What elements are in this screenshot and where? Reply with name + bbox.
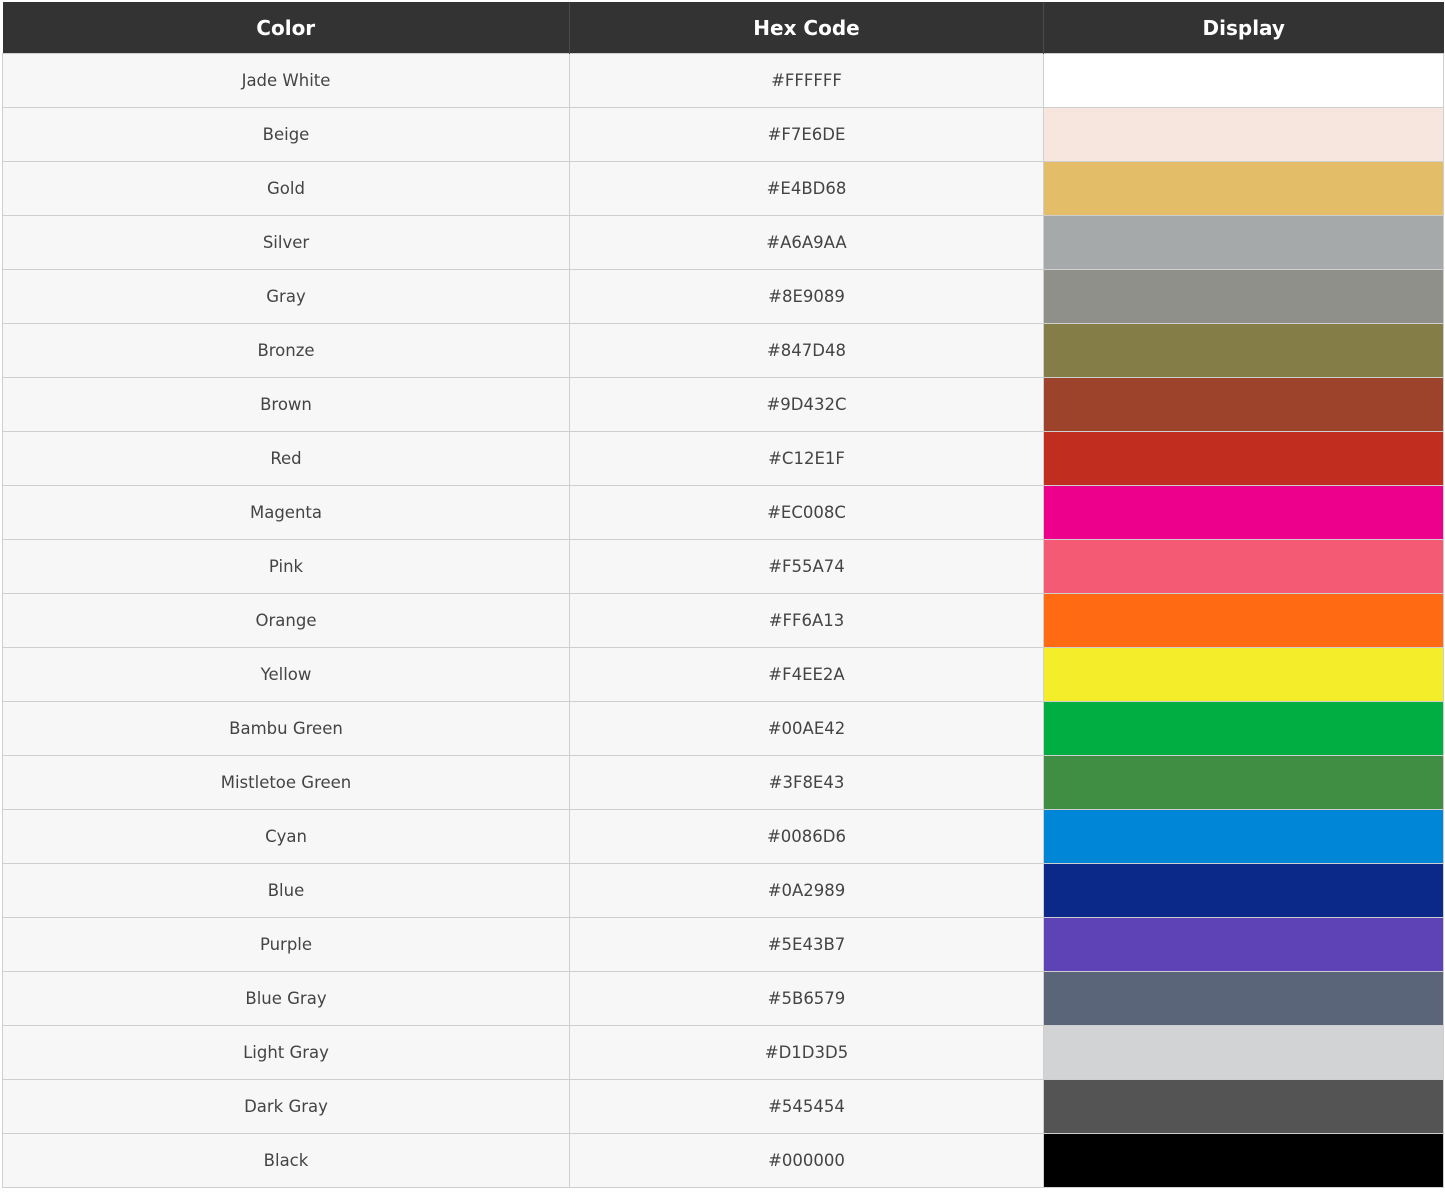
table-row: Pink #F55A74 — [2, 539, 1444, 594]
hex-code-cell: #E4BD68 — [569, 161, 1044, 216]
color-table-container: Color Hex Code Display Jade White #FFFFFF… — [2, 2, 1444, 1188]
hex-code-cell: #9D432C — [569, 377, 1044, 432]
header-hex-code: Hex Code — [569, 2, 1044, 54]
color-name-cell: Silver — [2, 215, 570, 270]
color-swatch — [1043, 701, 1444, 756]
color-name-cell: Gold — [2, 161, 570, 216]
hex-code-cell: #0086D6 — [569, 809, 1044, 864]
color-name-cell: Dark Gray — [2, 1079, 570, 1134]
table-row: Bambu Green #00AE42 — [2, 701, 1444, 756]
color-name-cell: Blue Gray — [2, 971, 570, 1026]
color-name-cell: Bronze — [2, 323, 570, 378]
color-name-cell: Red — [2, 431, 570, 486]
hex-code-cell: #8E9089 — [569, 269, 1044, 324]
color-name-cell: Jade White — [2, 53, 570, 108]
color-name-cell: Light Gray — [2, 1025, 570, 1080]
table-row: Jade White #FFFFFF — [2, 53, 1444, 108]
color-name-cell: Black — [2, 1133, 570, 1188]
color-name-cell: Blue — [2, 863, 570, 918]
hex-code-cell: #EC008C — [569, 485, 1044, 540]
color-swatch — [1043, 161, 1444, 216]
color-swatch — [1043, 431, 1444, 486]
table-row: Mistletoe Green #3F8E43 — [2, 755, 1444, 810]
table-row: Gray #8E9089 — [2, 269, 1444, 324]
color-name-cell: Brown — [2, 377, 570, 432]
table-header: Color Hex Code Display — [2, 2, 1444, 54]
color-swatch — [1043, 107, 1444, 162]
color-swatch — [1043, 377, 1444, 432]
color-swatch — [1043, 1133, 1444, 1188]
hex-code-cell: #A6A9AA — [569, 215, 1044, 270]
color-swatch — [1043, 593, 1444, 648]
hex-code-cell: #C12E1F — [569, 431, 1044, 486]
hex-code-cell: #3F8E43 — [569, 755, 1044, 810]
hex-code-cell: #5E43B7 — [569, 917, 1044, 972]
color-swatch — [1043, 1079, 1444, 1134]
table-row: Blue #0A2989 — [2, 863, 1444, 918]
hex-code-cell: #847D48 — [569, 323, 1044, 378]
color-name-cell: Orange — [2, 593, 570, 648]
color-name-cell: Cyan — [2, 809, 570, 864]
color-name-cell: Mistletoe Green — [2, 755, 570, 810]
hex-code-cell: #00AE42 — [569, 701, 1044, 756]
hex-code-cell: #D1D3D5 — [569, 1025, 1044, 1080]
color-swatch — [1043, 809, 1444, 864]
table-row: Orange #FF6A13 — [2, 593, 1444, 648]
color-name-cell: Bambu Green — [2, 701, 570, 756]
color-swatch — [1043, 863, 1444, 918]
color-swatch — [1043, 971, 1444, 1026]
table-row: Purple #5E43B7 — [2, 917, 1444, 972]
table-row: Beige #F7E6DE — [2, 107, 1444, 162]
color-name-cell: Purple — [2, 917, 570, 972]
table-row: Red #C12E1F — [2, 431, 1444, 486]
color-swatch — [1043, 539, 1444, 594]
table-row: Magenta #EC008C — [2, 485, 1444, 540]
color-swatch — [1043, 647, 1444, 702]
hex-code-cell: #5B6579 — [569, 971, 1044, 1026]
table-row: Silver #A6A9AA — [2, 215, 1444, 270]
color-table: Color Hex Code Display Jade White #FFFFFF… — [2, 2, 1444, 1188]
table-row: Light Gray #D1D3D5 — [2, 1025, 1444, 1080]
header-color: Color — [2, 2, 570, 54]
hex-code-cell: #F7E6DE — [569, 107, 1044, 162]
color-swatch — [1043, 485, 1444, 540]
color-swatch — [1043, 215, 1444, 270]
color-swatch — [1043, 53, 1444, 108]
table-row: Gold #E4BD68 — [2, 161, 1444, 216]
hex-code-cell: #F4EE2A — [569, 647, 1044, 702]
header-display: Display — [1043, 2, 1444, 54]
hex-code-cell: #FF6A13 — [569, 593, 1044, 648]
hex-code-cell: #000000 — [569, 1133, 1044, 1188]
color-name-cell: Magenta — [2, 485, 570, 540]
table-row: Bronze #847D48 — [2, 323, 1444, 378]
color-swatch — [1043, 917, 1444, 972]
table-row: Brown #9D432C — [2, 377, 1444, 432]
table-row: Blue Gray #5B6579 — [2, 971, 1444, 1026]
color-name-cell: Pink — [2, 539, 570, 594]
hex-code-cell: #F55A74 — [569, 539, 1044, 594]
color-swatch — [1043, 1025, 1444, 1080]
table-body: Jade White #FFFFFF Beige #F7E6DE Gold #E4BD68… — [2, 53, 1444, 1188]
hex-code-cell: #FFFFFF — [569, 53, 1044, 108]
header-row: Color Hex Code Display — [2, 2, 1444, 54]
table-row: Black #000000 — [2, 1133, 1444, 1188]
table-row: Cyan #0086D6 — [2, 809, 1444, 864]
hex-code-cell: #545454 — [569, 1079, 1044, 1134]
color-name-cell: Yellow — [2, 647, 570, 702]
table-row: Yellow #F4EE2A — [2, 647, 1444, 702]
color-swatch — [1043, 323, 1444, 378]
color-name-cell: Gray — [2, 269, 570, 324]
hex-code-cell: #0A2989 — [569, 863, 1044, 918]
table-row: Dark Gray #545454 — [2, 1079, 1444, 1134]
color-name-cell: Beige — [2, 107, 570, 162]
color-swatch — [1043, 269, 1444, 324]
color-swatch — [1043, 755, 1444, 810]
